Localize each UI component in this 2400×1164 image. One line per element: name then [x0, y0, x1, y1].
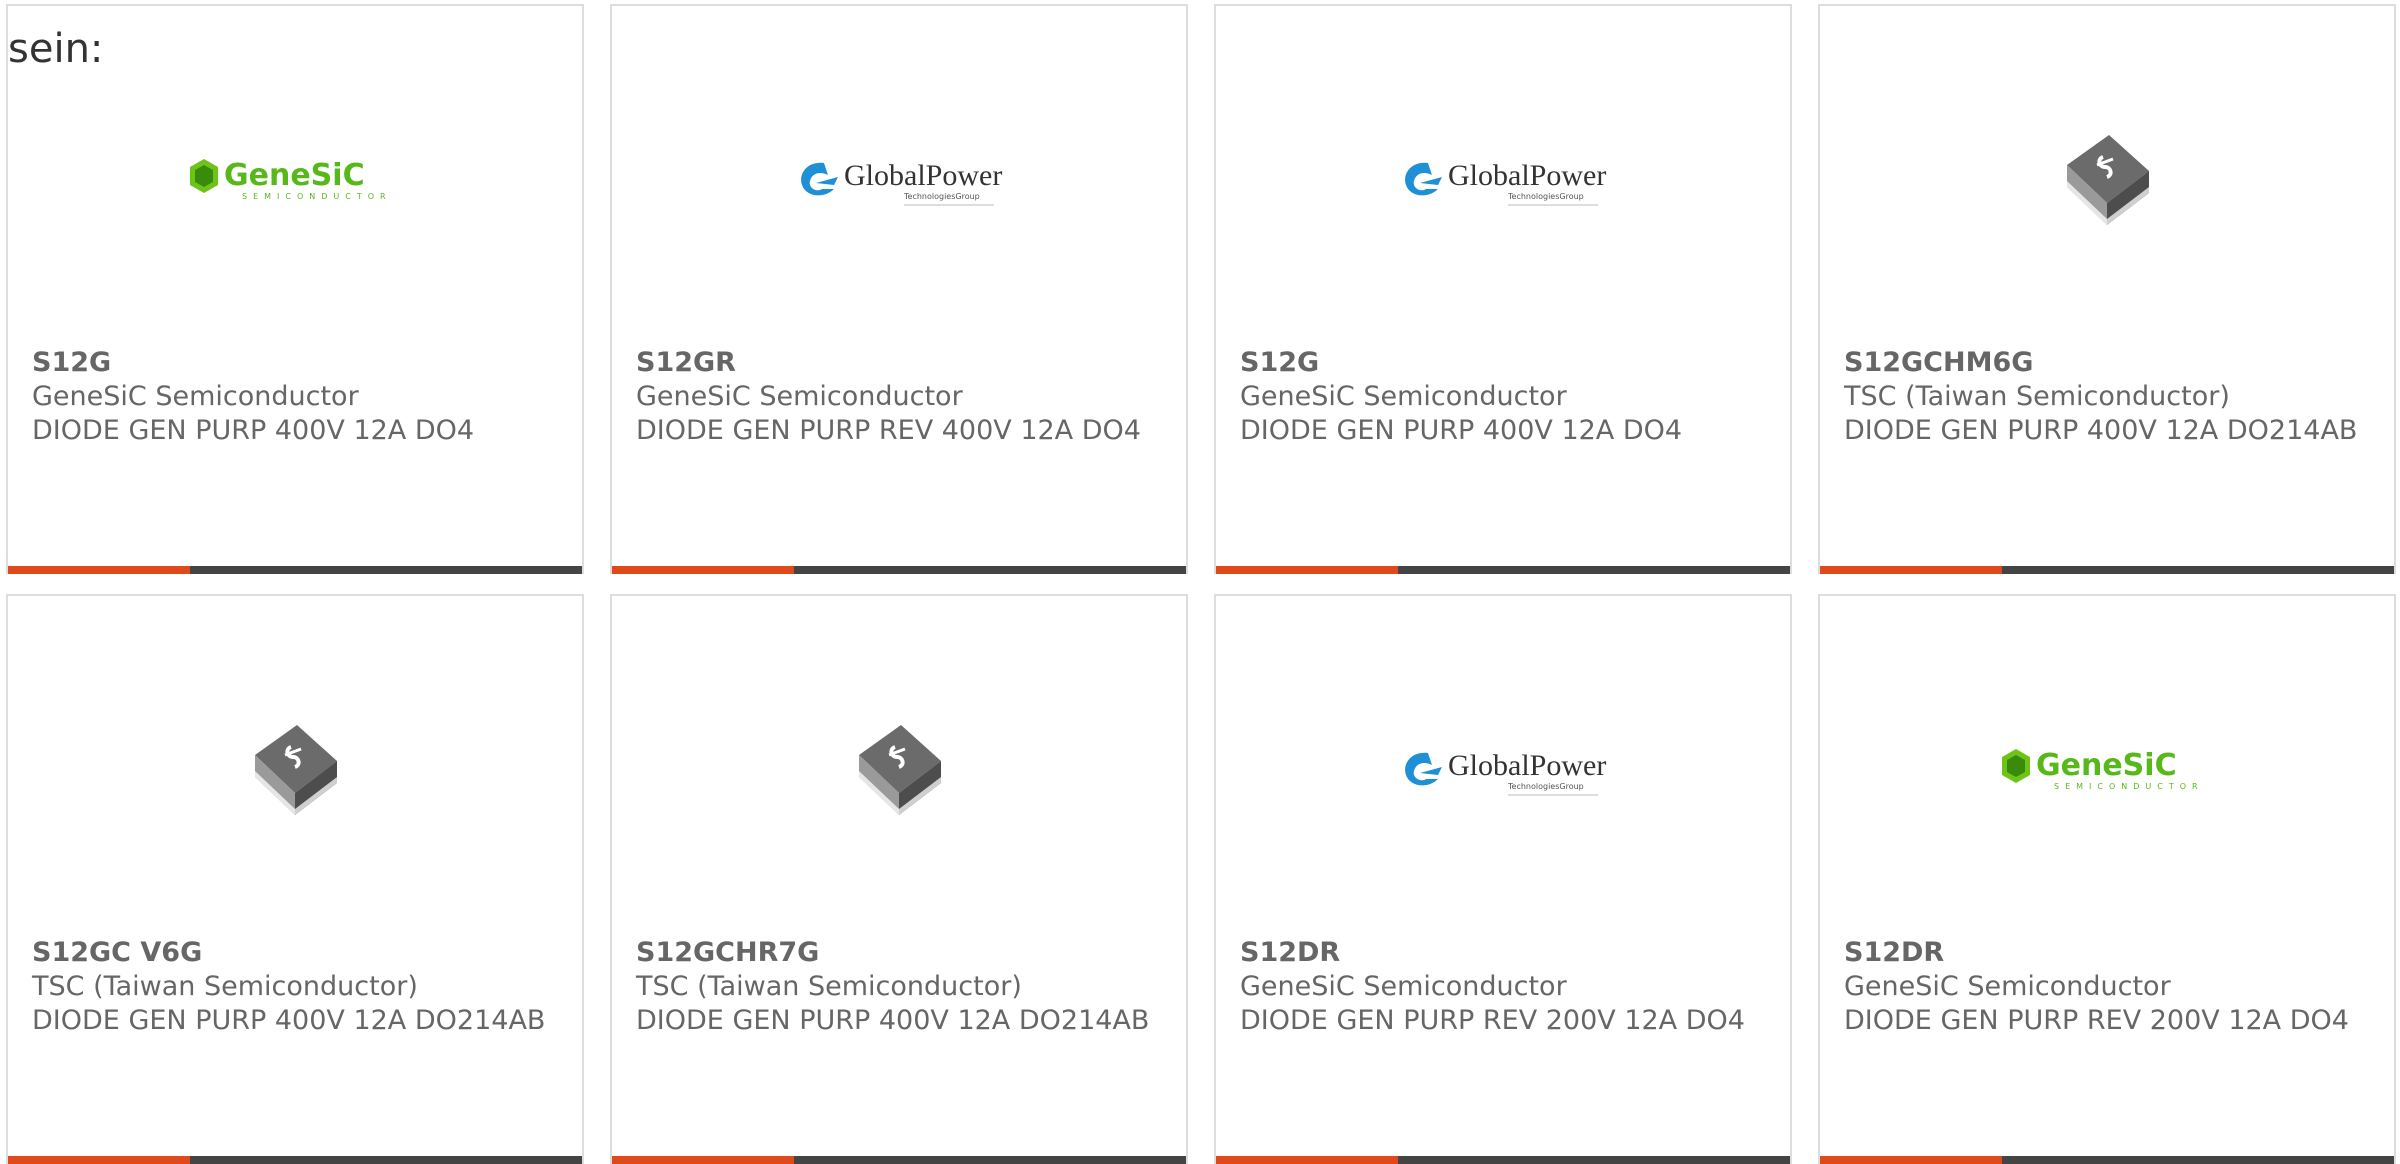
card-bottom-bar [1820, 566, 2394, 574]
part-number-link[interactable]: S12DR [1240, 936, 1766, 970]
product-description: DIODE GEN PURP REV 200V 12A DO4 [1844, 1005, 2349, 1036]
manufacturer-name: TSC (Taiwan Semiconductor) [636, 971, 1022, 1002]
product-grid: GeneSiC SEMICONDUCTOR S12G GeneSiC Semico… [6, 4, 2400, 1164]
part-number-link[interactable]: S12DR [1844, 936, 2370, 970]
product-description: DIODE GEN PURP 400V 12A DO214AB [32, 1005, 546, 1036]
card-accent-bar [8, 1156, 190, 1164]
product-info: S12GCHM6G TSC (Taiwan Semiconductor) DIODE… [1844, 346, 2370, 448]
product-image[interactable] [1820, 66, 2394, 296]
smd-package-icon [859, 725, 941, 815]
product-image[interactable]: GeneSiC SEMICONDUCTOR [8, 66, 582, 296]
card-accent-bar [1216, 566, 1398, 574]
manufacturer-name: GeneSiC Semiconductor [1844, 971, 2171, 1002]
product-card[interactable]: GlobalPower TechnologiesGroup S12GR GeneS… [610, 4, 1188, 574]
genesic-logo: GeneSiC SEMICONDUCTOR [190, 158, 392, 201]
part-number-link[interactable]: S12GR [636, 346, 1162, 380]
card-accent-bar [1820, 1156, 2002, 1164]
product-description: DIODE GEN PURP 400V 12A DO214AB [1844, 415, 2358, 446]
product-image[interactable]: GlobalPower TechnologiesGroup [612, 66, 1186, 296]
product-image[interactable] [612, 656, 1186, 886]
globalpower-logo: GlobalPower TechnologiesGroup [1405, 749, 1606, 796]
globalpower-logo: GlobalPower TechnologiesGroup [1405, 159, 1606, 206]
manufacturer-name: GeneSiC Semiconductor [636, 381, 963, 412]
product-info: S12G GeneSiC Semiconductor DIODE GEN PURP … [32, 346, 558, 448]
smd-package-icon [2067, 135, 2149, 225]
svg-text:SEMICONDUCTOR: SEMICONDUCTOR [2054, 782, 2204, 791]
product-info: S12GCHR7G TSC (Taiwan Semiconductor) DIODE… [636, 936, 1162, 1038]
manufacturer-name: GeneSiC Semiconductor [32, 381, 359, 412]
product-description: DIODE GEN PURP REV 200V 12A DO4 [1240, 1005, 1745, 1036]
genesic-logo: GeneSiC SEMICONDUCTOR [2002, 748, 2204, 791]
svg-text:GlobalPower: GlobalPower [844, 159, 1002, 192]
part-number-link[interactable]: S12GCHR7G [636, 936, 1162, 970]
svg-text:TechnologiesGroup: TechnologiesGroup [903, 192, 980, 201]
product-image[interactable]: GlobalPower TechnologiesGroup [1216, 66, 1790, 296]
card-bottom-bar [612, 1156, 1186, 1164]
product-description: DIODE GEN PURP 400V 12A DO4 [32, 415, 475, 446]
svg-text:GlobalPower: GlobalPower [1448, 159, 1606, 192]
part-number-link[interactable]: S12GCHM6G [1844, 346, 2370, 380]
svg-text:GeneSiC: GeneSiC [224, 158, 365, 193]
card-accent-bar [8, 566, 190, 574]
svg-text:SEMICONDUCTOR: SEMICONDUCTOR [242, 192, 392, 201]
svg-text:TechnologiesGroup: TechnologiesGroup [1507, 782, 1584, 791]
product-info: S12GC V6G TSC (Taiwan Semiconductor) DIODE… [32, 936, 558, 1038]
card-bottom-bar [8, 1156, 582, 1164]
product-info: S12DR GeneSiC Semiconductor DIODE GEN PURP… [1844, 936, 2370, 1038]
product-description: DIODE GEN PURP 400V 12A DO4 [1240, 415, 1683, 446]
globalpower-logo: GlobalPower TechnologiesGroup [801, 159, 1002, 206]
svg-text:GeneSiC: GeneSiC [2036, 748, 2177, 783]
part-number-link[interactable]: S12G [1240, 346, 1766, 380]
product-info: S12DR GeneSiC Semiconductor DIODE GEN PURP… [1240, 936, 1766, 1038]
product-image[interactable]: GeneSiC SEMICONDUCTOR [1820, 656, 2394, 886]
product-description: DIODE GEN PURP 400V 12A DO214AB [636, 1005, 1150, 1036]
part-number-link[interactable]: S12G [32, 346, 558, 380]
product-card[interactable]: GlobalPower TechnologiesGroup S12DR GeneS… [1214, 594, 1792, 1164]
card-accent-bar [1216, 1156, 1398, 1164]
product-card[interactable]: S12GCHM6G TSC (Taiwan Semiconductor) DIODE… [1818, 4, 2396, 574]
card-bottom-bar [612, 566, 1186, 574]
manufacturer-name: TSC (Taiwan Semiconductor) [32, 971, 418, 1002]
product-card[interactable]: S12GC V6G TSC (Taiwan Semiconductor) DIODE… [6, 594, 584, 1164]
svg-text:TechnologiesGroup: TechnologiesGroup [1507, 192, 1584, 201]
product-image[interactable]: GlobalPower TechnologiesGroup [1216, 656, 1790, 886]
product-info: S12G GeneSiC Semiconductor DIODE GEN PURP … [1240, 346, 1766, 448]
product-card[interactable]: S12GCHR7G TSC (Taiwan Semiconductor) DIODE… [610, 594, 1188, 1164]
part-number-link[interactable]: S12GC V6G [32, 936, 558, 970]
svg-text:GlobalPower: GlobalPower [1448, 749, 1606, 782]
card-bottom-bar [1216, 1156, 1790, 1164]
card-accent-bar [612, 566, 794, 574]
card-accent-bar [1820, 566, 2002, 574]
manufacturer-name: TSC (Taiwan Semiconductor) [1844, 381, 2230, 412]
card-accent-bar [612, 1156, 794, 1164]
product-image[interactable] [8, 656, 582, 886]
card-bottom-bar [8, 566, 582, 574]
product-info: S12GR GeneSiC Semiconductor DIODE GEN PURP… [636, 346, 1162, 448]
manufacturer-name: GeneSiC Semiconductor [1240, 971, 1567, 1002]
intro-text: sein: [8, 26, 104, 72]
card-bottom-bar [1216, 566, 1790, 574]
product-description: DIODE GEN PURP REV 400V 12A DO4 [636, 415, 1141, 446]
product-card[interactable]: GeneSiC SEMICONDUCTOR S12G GeneSiC Semico… [6, 4, 584, 574]
card-bottom-bar [1820, 1156, 2394, 1164]
product-card[interactable]: GeneSiC SEMICONDUCTOR S12DR GeneSiC Semic… [1818, 594, 2396, 1164]
smd-package-icon [255, 725, 337, 815]
manufacturer-name: GeneSiC Semiconductor [1240, 381, 1567, 412]
product-card[interactable]: GlobalPower TechnologiesGroup S12G GeneSi… [1214, 4, 1792, 574]
